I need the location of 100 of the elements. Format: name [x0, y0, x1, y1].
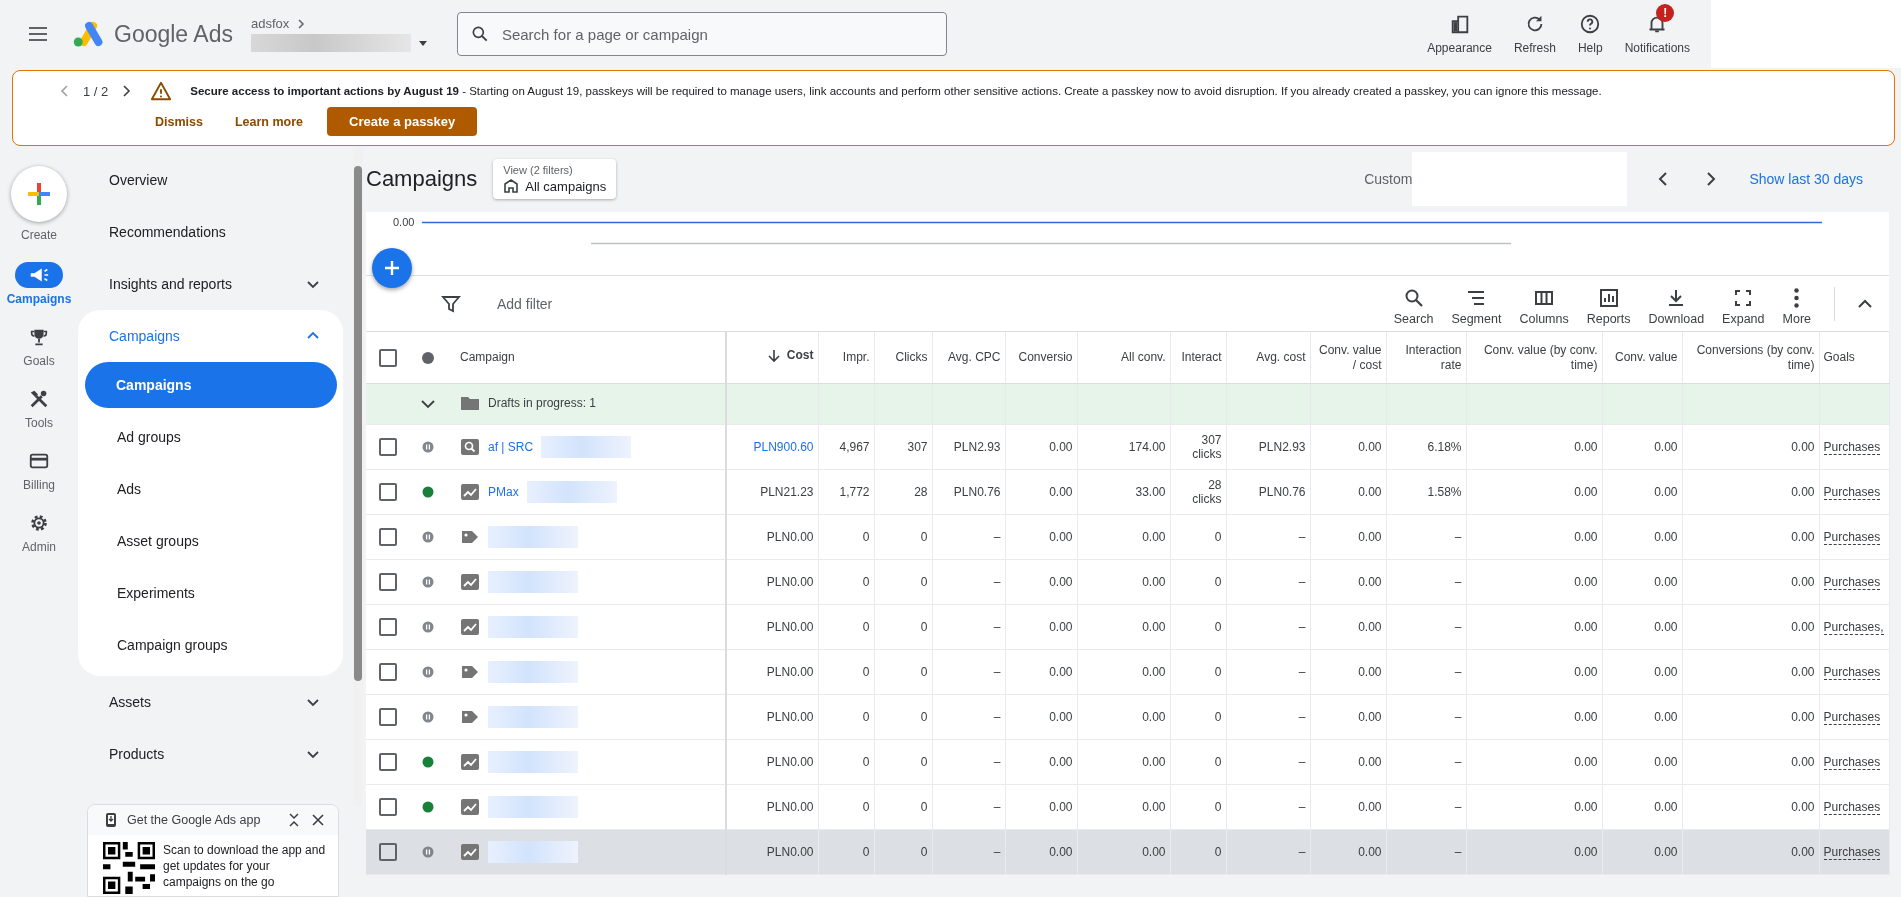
- nav-item[interactable]: Insights and reports: [86, 258, 343, 310]
- select-all-checkbox[interactable]: [379, 348, 397, 367]
- goal-link[interactable]: Purchases: [1823, 440, 1881, 455]
- rail-item[interactable]: Billing: [15, 448, 63, 492]
- nav-item[interactable]: Recommendations: [86, 206, 343, 258]
- goal-link[interactable]: Purchases: [1823, 710, 1881, 725]
- create-passkey-button[interactable]: Create a passkey: [327, 107, 478, 136]
- goal-link[interactable]: Purchases: [1823, 755, 1881, 770]
- row-checkbox[interactable]: [379, 843, 397, 861]
- nav-item[interactable]: Campaigns: [86, 310, 343, 362]
- goal-link[interactable]: Purchases: [1823, 800, 1881, 815]
- column-header[interactable]: Conv. value: [1615, 350, 1678, 365]
- row-checkbox[interactable]: [379, 663, 397, 681]
- refresh-button[interactable]: Refresh: [1502, 0, 1567, 68]
- notifications-button[interactable]: ! Notifications: [1613, 0, 1701, 68]
- campaign-link[interactable]: af | SRC: [488, 440, 534, 454]
- column-header[interactable]: Conv. value / cost: [1314, 342, 1382, 373]
- table-cell: –: [1454, 530, 1462, 544]
- help-button[interactable]: Help: [1566, 0, 1614, 68]
- goal-link[interactable]: Purchases,: [1823, 620, 1884, 635]
- column-header[interactable]: All conv.: [1121, 350, 1166, 365]
- goal-link[interactable]: Purchases: [1823, 530, 1881, 545]
- columns-button[interactable]: Columns: [1519, 281, 1569, 326]
- column-header[interactable]: Avg. CPC: [948, 350, 1001, 365]
- nav-subitem[interactable]: Ad groups: [86, 414, 337, 460]
- table-cell: 0.00: [1142, 800, 1166, 814]
- collapse-icon[interactable]: [286, 812, 302, 828]
- rail-item[interactable]: Admin: [15, 510, 63, 554]
- table-cell: –: [993, 530, 1001, 544]
- search-field[interactable]: Search for a page or campaign: [456, 12, 947, 56]
- segment-button[interactable]: Segment: [1451, 281, 1502, 326]
- learn-more-button[interactable]: Learn more: [226, 108, 312, 135]
- column-header[interactable]: Conversio: [1018, 350, 1073, 365]
- table-cell: –: [1298, 845, 1306, 859]
- add-filter-field[interactable]: Add filter: [497, 295, 553, 312]
- product-name: Google Ads: [114, 20, 233, 48]
- plus-icon: [382, 258, 402, 278]
- nav-subitem[interactable]: Asset groups: [86, 518, 337, 564]
- column-header[interactable]: Clicks: [895, 350, 928, 365]
- create-label: Create: [21, 228, 57, 242]
- create-button[interactable]: [11, 166, 67, 222]
- rail-item[interactable]: Tools: [15, 386, 63, 430]
- goal-link[interactable]: Purchases: [1823, 845, 1881, 860]
- search-button[interactable]: Search: [1393, 281, 1434, 326]
- account-name[interactable]: adsfox: [250, 16, 290, 31]
- row-checkbox[interactable]: [379, 528, 397, 546]
- column-header[interactable]: Campaign: [460, 350, 515, 364]
- table-cell: 0.00: [1654, 620, 1678, 634]
- close-icon[interactable]: [310, 812, 326, 828]
- table-cell: 0.00: [1654, 755, 1678, 769]
- more-icon: [1794, 287, 1800, 308]
- reports-button[interactable]: Reports: [1586, 281, 1631, 326]
- nav-item[interactable]: Products: [86, 728, 343, 780]
- row-checkbox[interactable]: [379, 438, 397, 456]
- nav-item[interactable]: Assets: [86, 676, 343, 728]
- column-header[interactable]: Avg. cost: [1256, 350, 1306, 365]
- goal-link[interactable]: Purchases: [1823, 575, 1881, 590]
- row-checkbox[interactable]: [379, 618, 397, 636]
- download-button[interactable]: Download: [1648, 281, 1705, 326]
- nav-subitem[interactable]: Ads: [86, 466, 337, 512]
- table-cell: 0: [862, 530, 870, 544]
- table-cell: 0.00: [1358, 575, 1382, 589]
- filter-icon[interactable]: [441, 293, 461, 314]
- row-checkbox[interactable]: [379, 753, 397, 771]
- nav-subitem[interactable]: Experiments: [86, 570, 337, 616]
- table-cell: 0.00: [1358, 845, 1382, 859]
- appearance-button[interactable]: Appearance: [1416, 0, 1503, 68]
- more-button[interactable]: More: [1782, 281, 1811, 326]
- table-cell: 0.00: [1358, 665, 1382, 679]
- goal-link[interactable]: Purchases: [1823, 485, 1881, 500]
- campaign-link[interactable]: PMax: [488, 485, 519, 499]
- dismiss-button[interactable]: Dismiss: [147, 108, 211, 135]
- nav-item[interactable]: Overview: [86, 154, 343, 206]
- table-cell: –: [993, 620, 1001, 634]
- row-checkbox[interactable]: [379, 798, 397, 816]
- column-header[interactable]: Interact: [1181, 350, 1222, 365]
- nav-subitem[interactable]: Campaigns: [85, 362, 337, 408]
- row-checkbox[interactable]: [379, 573, 397, 591]
- goal-link[interactable]: Purchases: [1823, 665, 1881, 680]
- table-cell: PLN0.00: [766, 800, 814, 814]
- expand-button[interactable]: Expand: [1722, 281, 1765, 326]
- column-header[interactable]: Conversions (by conv. time): [1686, 342, 1815, 373]
- table-cell: PLN0.00: [766, 710, 814, 724]
- table-cell: 0.00: [1358, 710, 1382, 724]
- promo-text: Scan to download the app and get updates for your campaigns on the go: [163, 842, 327, 891]
- column-header[interactable]: Goals: [1823, 350, 1855, 365]
- column-header[interactable]: Interaction rate: [1390, 342, 1462, 373]
- table-cell: 0.00: [1654, 440, 1678, 454]
- nav-subitem[interactable]: Campaign groups: [86, 622, 337, 668]
- row-checkbox[interactable]: [379, 483, 397, 501]
- rail-item[interactable]: Campaigns: [6, 262, 72, 306]
- rail-item[interactable]: Goals: [15, 324, 63, 368]
- view-selector[interactable]: View (2 filters) All campaigns: [493, 159, 617, 199]
- table-cell: PLN0.76: [953, 485, 1001, 499]
- add-button[interactable]: [372, 248, 412, 288]
- show-last-30-days-link[interactable]: Show last 30 days: [1749, 171, 1863, 187]
- row-checkbox[interactable]: [379, 708, 397, 726]
- column-header[interactable]: Conv. value (by conv. time): [1470, 342, 1598, 373]
- column-header[interactable]: Cost: [766, 348, 814, 364]
- column-header[interactable]: Impr.: [842, 350, 870, 365]
